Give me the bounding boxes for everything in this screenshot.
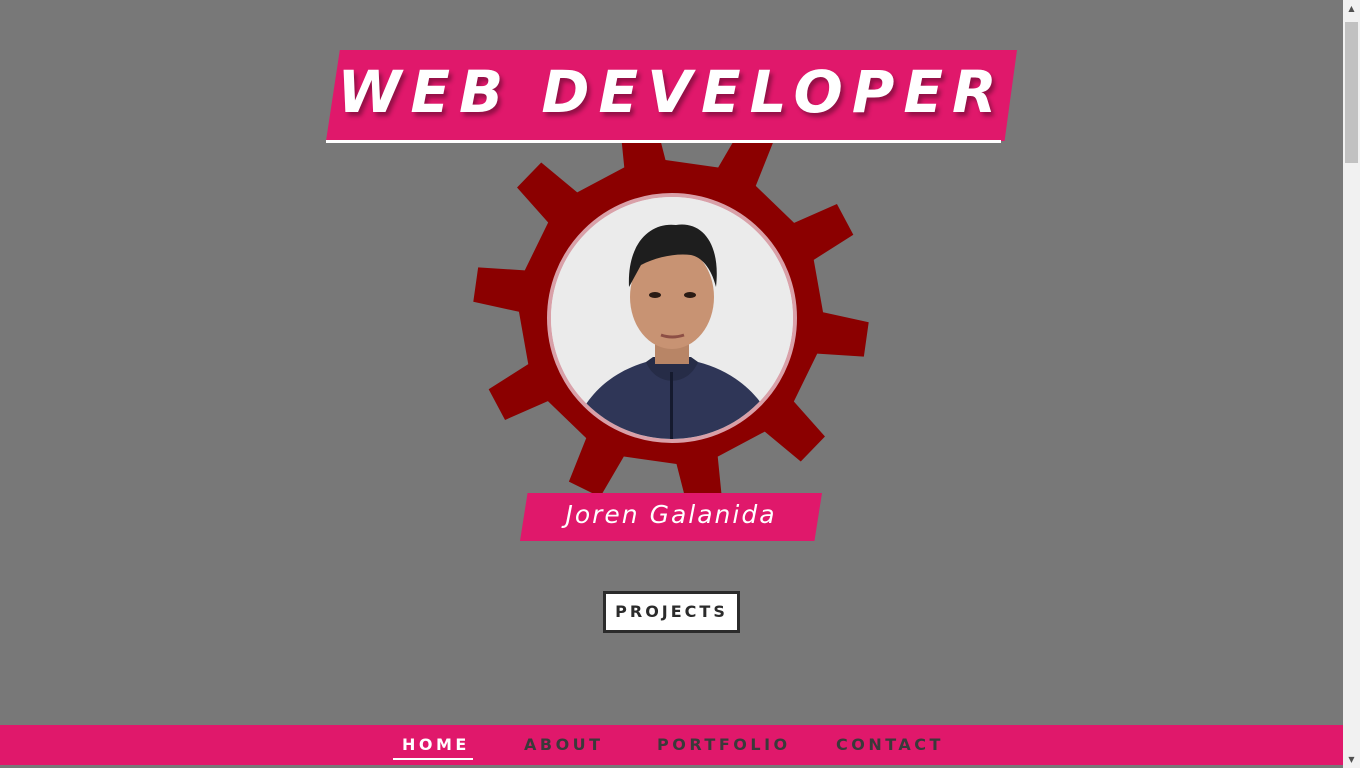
title-underline: [326, 140, 1001, 143]
page: WEB DEVELOPER Joren Galanida PROJECTS HO…: [0, 0, 1343, 768]
profile-photo: [551, 197, 793, 439]
scroll-down-icon[interactable]: ▼: [1343, 751, 1360, 768]
nav-item-portfolio[interactable]: PORTFOLIO: [657, 735, 791, 754]
title-banner: WEB DEVELOPER: [326, 50, 1017, 143]
avatar: [547, 193, 797, 443]
projects-button[interactable]: PROJECTS: [603, 591, 740, 633]
nav-item-contact[interactable]: CONTACT: [836, 735, 944, 754]
scroll-thumb[interactable]: [1345, 22, 1358, 163]
bottom-navbar: HOME ABOUT PORTFOLIO CONTACT: [0, 725, 1343, 765]
name-tag: Joren Galanida: [520, 493, 822, 541]
nav-item-home[interactable]: HOME: [402, 735, 470, 754]
profile-name: Joren Galanida: [565, 500, 777, 529]
nav-item-about[interactable]: ABOUT: [524, 735, 604, 754]
vertical-scrollbar[interactable]: ▲ ▼: [1343, 0, 1360, 768]
scroll-up-icon[interactable]: ▲: [1343, 0, 1360, 17]
page-title: WEB DEVELOPER: [337, 58, 1006, 126]
nav-active-indicator: [393, 758, 473, 760]
